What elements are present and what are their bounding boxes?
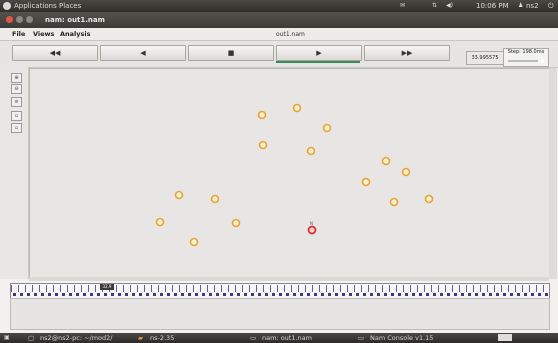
ubuntu-logo-icon[interactable] — [3, 2, 11, 10]
minimize-button[interactable] — [16, 16, 23, 23]
taskbar: ▣ ▢ ns2@ns2-pc: ~/mod2/ ▰ ns-2.35 ▭ nam:… — [0, 333, 558, 343]
taskbar-nam[interactable]: nam: out1.nam — [262, 334, 312, 342]
network-node[interactable] — [189, 237, 199, 247]
window-titlebar[interactable]: nam: out1.nam — [0, 12, 558, 28]
menu-views[interactable]: Views — [33, 30, 54, 38]
top-panel: Applications Places ✉ ⇅ ◀) 10:06 PM ♟ ns… — [0, 0, 558, 12]
monitor-pane[interactable] — [10, 298, 550, 330]
show-desktop-icon[interactable]: ▣ — [4, 334, 10, 342]
network-node[interactable] — [258, 140, 268, 150]
clock[interactable]: 10:06 PM — [476, 2, 509, 10]
network-node[interactable] — [361, 177, 371, 187]
network-node[interactable] — [292, 103, 302, 113]
horizontal-scrollbar[interactable] — [29, 277, 549, 281]
console-window-icon: ▭ — [358, 334, 365, 342]
fast-forward-button[interactable]: ▶▶ — [364, 45, 450, 61]
timeline-slider[interactable] — [10, 283, 550, 299]
network-icon[interactable]: ⇅ — [432, 2, 437, 10]
tool-column: ⊕ ⊖ ≡ ▫ ▫ — [0, 67, 29, 279]
network-node[interactable] — [174, 190, 184, 200]
selected-network-node[interactable] — [307, 225, 317, 235]
step-slider[interactable] — [508, 60, 538, 62]
network-node[interactable] — [389, 197, 399, 207]
zoom-level-icon[interactable]: ≡ — [11, 97, 22, 107]
nam-window-icon: ▭ — [250, 334, 257, 342]
maximize-button[interactable] — [26, 16, 33, 23]
taskbar-terminal[interactable]: ns2@ns2-pc: ~/mod2/ — [40, 334, 112, 342]
network-node[interactable] — [381, 156, 391, 166]
tool-square-icon[interactable]: ▫ — [11, 123, 22, 133]
power-icon[interactable]: ⏻ — [548, 2, 554, 10]
menu-file[interactable]: File — [12, 30, 25, 38]
time-display: 33.995575 — [466, 51, 504, 65]
terminal-icon: ▢ — [28, 334, 35, 342]
network-node[interactable] — [322, 123, 332, 133]
window-title: nam: out1.nam — [45, 16, 105, 24]
tool-square-icon[interactable]: ▫ — [11, 111, 22, 121]
network-node[interactable] — [306, 146, 316, 156]
user-name[interactable]: ns2 — [526, 2, 539, 10]
close-button[interactable] — [6, 16, 13, 23]
rewind-button[interactable]: ◀◀ — [12, 45, 98, 61]
network-node[interactable] — [231, 218, 241, 228]
folder-icon: ▰ — [138, 334, 143, 342]
zoom-in-icon[interactable]: ⊕ — [11, 73, 22, 83]
mouse-cursor-icon — [541, 57, 545, 63]
vertical-scrollbar[interactable] — [549, 68, 557, 279]
network-node[interactable] — [424, 194, 434, 204]
volume-icon[interactable]: ◀) — [446, 2, 453, 10]
selected-node-label: N — [310, 221, 313, 226]
zoom-out-icon[interactable]: ⊖ — [11, 84, 22, 94]
network-node[interactable] — [210, 194, 220, 204]
step-label: Step: 198.0ms — [507, 49, 545, 55]
taskbar-nam-console[interactable]: Nam Console v1.15 — [370, 334, 433, 342]
stop-button[interactable]: ■ — [188, 45, 274, 61]
taskbar-folder[interactable]: ns-2.35 — [150, 334, 174, 342]
node-layer: N — [155, 103, 434, 247]
mail-icon[interactable]: ✉ — [400, 2, 405, 10]
file-name-label: out1.nam — [276, 31, 305, 38]
workspace-switcher[interactable] — [498, 334, 512, 341]
menu-bar: File Views Analysis out1.nam — [0, 28, 558, 41]
timeline-marker[interactable]: 32.9 — [100, 284, 114, 290]
timeline-ticks — [11, 284, 549, 298]
animation-canvas[interactable]: N — [29, 68, 551, 279]
menu-analysis[interactable]: Analysis — [60, 30, 90, 38]
step-back-button[interactable]: ◀ — [100, 45, 186, 61]
network-node[interactable] — [257, 110, 267, 120]
play-button[interactable]: ▶ — [276, 45, 362, 61]
network-node[interactable] — [155, 217, 165, 227]
user-icon: ♟ — [518, 2, 524, 9]
network-node[interactable] — [401, 167, 411, 177]
applications-places-menu[interactable]: Applications Places — [14, 2, 81, 10]
play-active-indicator — [276, 61, 360, 63]
